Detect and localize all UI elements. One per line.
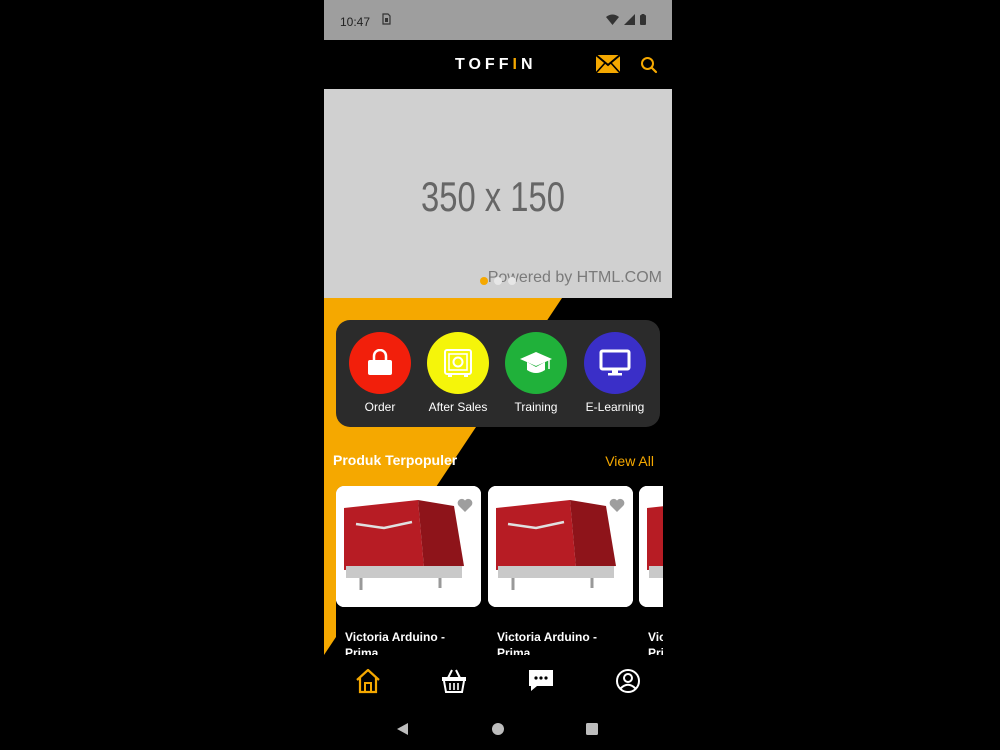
app-bar: TOFFIN <box>324 40 672 89</box>
home-icon[interactable] <box>354 667 382 695</box>
phone-screen: 10:47 TOFFIN 350 x 150 Powered by HTML.C… <box>324 0 672 750</box>
services-panel: Order After Sales Training E-Learning <box>336 320 660 427</box>
home-circle-icon[interactable] <box>491 722 505 736</box>
view-all-link[interactable]: View All <box>605 453 654 469</box>
shopping-bag-icon <box>349 332 411 394</box>
status-time: 10:47 <box>340 15 371 29</box>
banner-placeholder-text: 350 x 150 <box>421 173 565 220</box>
carousel-dot[interactable] <box>508 277 516 285</box>
battery-icon <box>640 14 646 25</box>
carousel-dot[interactable] <box>494 277 502 285</box>
service-label: Training <box>514 400 558 414</box>
product-list: Victoria Arduino - Prima Victoria Arduin… <box>336 486 663 655</box>
safe-icon <box>427 332 489 394</box>
wifi-icon <box>606 14 619 25</box>
service-label: Order <box>364 400 396 414</box>
service-order[interactable]: Order <box>345 332 415 414</box>
basket-icon[interactable] <box>440 667 468 695</box>
monitor-icon <box>584 332 646 394</box>
status-icons <box>606 14 646 25</box>
product-name: Victoria Arduino - Prima <box>497 630 598 655</box>
bottom-navigation <box>324 655 672 705</box>
recents-icon[interactable] <box>585 722 599 736</box>
profile-icon[interactable] <box>614 667 642 695</box>
back-icon[interactable] <box>396 722 410 736</box>
carousel-dot[interactable] <box>480 277 488 285</box>
status-bar: 10:47 <box>324 0 672 40</box>
service-training[interactable]: Training <box>501 332 571 414</box>
promo-banner[interactable]: 350 x 150 Powered by HTML.COM <box>324 89 672 298</box>
product-image <box>639 486 663 607</box>
signal-icon <box>624 14 635 25</box>
service-label: E-Learning <box>585 400 645 414</box>
heart-icon[interactable] <box>457 498 473 514</box>
product-name: Victoria Arduino - Prima <box>345 630 446 655</box>
graduation-cap-icon <box>505 332 567 394</box>
carousel-dots <box>480 277 516 285</box>
product-card[interactable]: Victoria Arduino - Prima <box>488 486 633 655</box>
product-name: Victoria Arduino - Prima <box>648 630 663 655</box>
sim-card-icon <box>382 13 391 28</box>
service-e-learning[interactable]: E-Learning <box>580 332 650 414</box>
heart-icon[interactable] <box>609 498 625 514</box>
service-after-sales[interactable]: After Sales <box>423 332 493 414</box>
product-card[interactable]: Victoria Arduino - Prima <box>336 486 481 655</box>
chat-icon[interactable] <box>527 667 555 695</box>
section-title: Produk Terpopuler <box>333 452 458 468</box>
system-navigation <box>324 705 672 750</box>
mail-icon[interactable] <box>595 54 621 75</box>
app-logo: TOFFIN <box>455 56 537 73</box>
service-label: After Sales <box>428 400 488 414</box>
product-card[interactable]: Victoria Arduino - Prima <box>639 486 663 655</box>
search-icon[interactable] <box>640 56 660 76</box>
